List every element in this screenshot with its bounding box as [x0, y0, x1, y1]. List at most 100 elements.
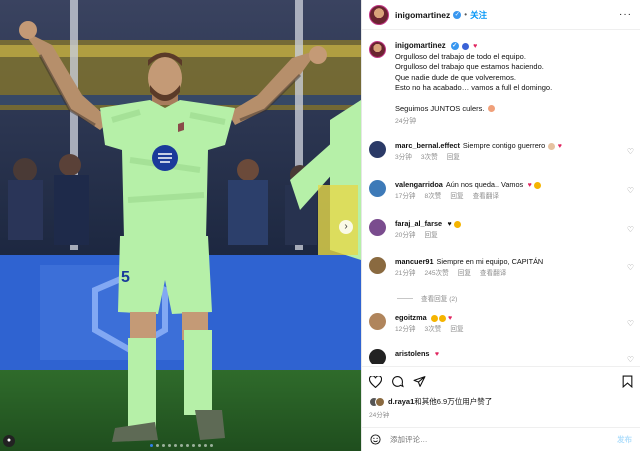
comment-item: valengarridoa Aún nos queda.. Vamos ♥ 17分…: [369, 180, 640, 202]
caption-username[interactable]: inigomartinez ✓ ♥: [395, 41, 479, 52]
commenter-avatar[interactable]: [369, 219, 386, 236]
translate-button[interactable]: 查看翻译: [480, 270, 506, 277]
comment-item: aristolens ♥ ♡: [369, 349, 640, 364]
commenter-username[interactable]: marc_bernal.effect: [395, 141, 460, 150]
commenter-avatar[interactable]: [369, 180, 386, 197]
comment-item: marc_bernal.effect Siempre contigo guerre…: [369, 141, 640, 163]
commenter-username[interactable]: aristolens: [395, 349, 429, 358]
caption-text: Orgulloso del trabajo de todo el equipo.…: [395, 52, 552, 115]
likes-summary[interactable]: d.raya1和其他6.9万位用户赞了: [369, 396, 633, 407]
comment-likes[interactable]: 3次赞: [425, 326, 442, 333]
comment-item: faraj_al_farse ♥ 20分钟 回复 ♡: [369, 219, 640, 241]
translate-button[interactable]: 查看翻译: [473, 193, 499, 200]
caption-avatar[interactable]: [369, 41, 386, 58]
next-image-button[interactable]: ›: [339, 220, 353, 234]
share-send-icon[interactable]: [413, 375, 426, 388]
add-comment-bar: 发布: [362, 427, 640, 451]
carousel-dot: [186, 444, 189, 447]
caption-line-blank: [395, 94, 552, 104]
black-heart-icon: ♥: [447, 220, 452, 228]
flexed-arm-emoji-icon: [548, 142, 556, 150]
carousel-indicator: [150, 444, 213, 447]
commenter-avatar[interactable]: [369, 257, 386, 274]
author-username[interactable]: inigomartinez: [395, 10, 450, 20]
comment-text: Aún nos queda.. Vamos: [445, 180, 524, 189]
comment-item: mancuer91 Siempre en mi equipo, CAPITÁN 2…: [369, 257, 640, 279]
like-heart-icon[interactable]: [369, 375, 382, 388]
post-time: 24分钟: [369, 412, 390, 419]
commenter-avatar[interactable]: [369, 349, 386, 364]
like-comment-heart-icon[interactable]: ♡: [627, 355, 634, 364]
save-bookmark-icon[interactable]: [622, 375, 633, 388]
blue-heart-icon: [461, 42, 469, 50]
follow-button[interactable]: 关注: [470, 9, 487, 21]
comment-likes[interactable]: 3次赞: [421, 154, 438, 161]
caption-line: Seguimos JUNTOS culers.: [395, 104, 552, 115]
caption-line: Esto no ha acabado… vamos a full el domi…: [395, 83, 553, 92]
comment-time: 3分钟: [395, 154, 412, 161]
like-comment-heart-icon[interactable]: ♡: [627, 186, 634, 195]
caption-line: Que nadie dude de que volveremos.: [395, 72, 516, 82]
caption-line: Orgulloso del trabajo que estamos hacien…: [395, 62, 544, 71]
commenter-avatar[interactable]: [369, 141, 386, 158]
commenter-username[interactable]: valengarridoa: [395, 180, 443, 189]
view-replies-button[interactable]: 查看回复 (2): [397, 293, 457, 303]
like-comment-heart-icon[interactable]: ♡: [627, 147, 634, 156]
reply-button[interactable]: 回复: [450, 193, 463, 200]
post-image[interactable]: 5 › ●: [0, 0, 361, 451]
red-heart-icon: ♥: [448, 314, 453, 322]
carousel-dot: [162, 444, 165, 447]
caption-time: 24分钟: [395, 118, 417, 125]
verified-badge-icon: ✓: [450, 42, 459, 51]
comments-list[interactable]: inigomartinez ✓ ♥ Orgulloso del trabajo …: [362, 31, 640, 364]
clap-emoji-icon: [487, 105, 495, 113]
red-heart-icon: ♥: [527, 181, 532, 189]
comment-time: 20分钟: [395, 232, 416, 239]
likes-text: d.raya1和其他6.9万位用户赞了: [388, 397, 493, 406]
comment-text: Siempre en mi equipo, CAPITÁN: [436, 257, 544, 266]
carousel-dot: [198, 444, 201, 447]
reply-button[interactable]: 回复: [458, 270, 471, 277]
carousel-dot: [150, 444, 153, 447]
author-avatar[interactable]: [369, 4, 389, 25]
carousel-dot: [192, 444, 195, 447]
reply-button[interactable]: 回复: [447, 154, 460, 161]
comment-likes[interactable]: 8次赞: [425, 193, 442, 200]
commenter-username[interactable]: faraj_al_farse: [395, 219, 442, 228]
carousel-dot: [180, 444, 183, 447]
reply-button[interactable]: 回复: [425, 232, 438, 239]
emoji-smiley-icon[interactable]: [370, 434, 381, 445]
commenter-avatar[interactable]: [369, 313, 386, 330]
carousel-dot: [204, 444, 207, 447]
raised-hands-emoji-icon: [430, 314, 438, 322]
carousel-dot: [174, 444, 177, 447]
raised-hands-emoji-icon: [454, 220, 462, 228]
like-comment-heart-icon[interactable]: ♡: [627, 263, 634, 272]
comment-input[interactable]: [390, 435, 590, 444]
clap-emoji-icon: [438, 314, 446, 322]
tagged-user-icon[interactable]: ●: [3, 435, 15, 447]
reply-button[interactable]: 回复: [450, 326, 463, 333]
comment-time: 21分钟: [395, 270, 416, 277]
comment-time: 12分钟: [395, 326, 416, 333]
comment-bubble-icon[interactable]: [391, 375, 404, 388]
post-side-panel: inigomartinez ✓ • 关注 ··· inigomartinez ✓…: [361, 0, 640, 451]
carousel-dot: [168, 444, 171, 447]
comment-likes[interactable]: 245次赞: [425, 270, 449, 277]
carousel-dot: [156, 444, 159, 447]
commenter-username[interactable]: mancuer91: [395, 257, 434, 266]
liker-avatar: [375, 396, 385, 407]
comment-text: Siempre contigo guerrero: [462, 141, 546, 150]
caption-line: Orgulloso del trabajo de todo el equipo.: [395, 51, 526, 61]
like-comment-heart-icon[interactable]: ♡: [627, 225, 634, 234]
svg-text:5: 5: [121, 269, 130, 286]
post-header: inigomartinez ✓ • 关注 ···: [362, 0, 640, 30]
carousel-dot: [210, 444, 213, 447]
comment-time: 17分钟: [395, 193, 416, 200]
more-options-icon[interactable]: ···: [619, 9, 632, 20]
player-photo: 5: [0, 0, 361, 451]
post-comment-button[interactable]: 发布: [617, 434, 632, 445]
comment-item: egoitzma ♥ 12分钟 3次赞 回复 ♡: [369, 313, 640, 335]
like-comment-heart-icon[interactable]: ♡: [627, 319, 634, 328]
commenter-username[interactable]: egoitzma: [395, 313, 427, 322]
